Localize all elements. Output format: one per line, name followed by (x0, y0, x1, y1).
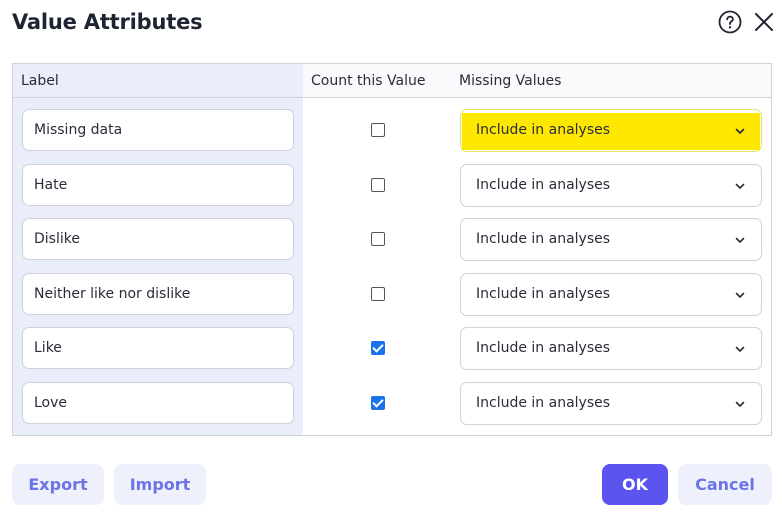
missing-values-selected: Include in analyses (476, 340, 611, 356)
chevron-down-icon (735, 401, 745, 407)
ok-button[interactable]: OK (602, 464, 668, 505)
missing-values-dropdown[interactable]: Include in analyses (460, 327, 762, 370)
count-this-value-checkbox[interactable] (371, 287, 385, 301)
value-label-input[interactable] (22, 109, 294, 151)
count-this-value-checkbox[interactable] (371, 123, 385, 137)
count-this-value-checkbox[interactable] (371, 178, 385, 192)
missing-values-dropdown[interactable]: Include in analyses (460, 382, 762, 425)
chevron-down-icon (735, 292, 745, 298)
export-button[interactable]: Export (12, 464, 104, 505)
value-label-input[interactable] (22, 327, 294, 369)
count-this-value-checkbox[interactable] (371, 232, 385, 246)
value-label-input[interactable] (22, 273, 294, 315)
table-row: Include in analyses (13, 109, 771, 153)
value-label-input[interactable] (22, 382, 294, 424)
missing-values-selected: Include in analyses (476, 395, 611, 411)
missing-values-dropdown[interactable]: Include in analyses (460, 218, 762, 261)
missing-values-dropdown[interactable]: Include in analyses (460, 273, 762, 316)
count-this-value-checkbox[interactable] (371, 396, 385, 410)
chevron-down-icon (735, 346, 745, 352)
value-label-input[interactable] (22, 164, 294, 206)
missing-values-selected: Include in analyses (476, 231, 611, 247)
dialog-title: Value Attributes (12, 10, 203, 34)
table-header: Label Count this Value Missing Values (13, 64, 771, 98)
count-this-value-checkbox[interactable] (371, 341, 385, 355)
chevron-down-icon (735, 237, 745, 243)
table-row: Include in analyses (13, 327, 771, 371)
table-row: Include in analyses (13, 273, 771, 317)
missing-values-dropdown[interactable]: Include in analyses (460, 109, 762, 152)
cancel-button[interactable]: Cancel (678, 464, 772, 505)
chevron-down-icon (735, 183, 745, 189)
value-attributes-table: Label Count this Value Missing Values In… (12, 63, 772, 436)
help-icon[interactable] (718, 10, 742, 34)
missing-values-selected: Include in analyses (476, 122, 611, 138)
close-icon[interactable] (753, 11, 775, 33)
import-button[interactable]: Import (114, 464, 206, 505)
header-missing-values: Missing Values (459, 73, 562, 89)
table-row: Include in analyses (13, 382, 771, 426)
table-row: Include in analyses (13, 164, 771, 208)
value-label-input[interactable] (22, 218, 294, 260)
chevron-down-icon (735, 128, 745, 134)
table-row: Include in analyses (13, 218, 771, 262)
missing-values-selected: Include in analyses (476, 286, 611, 302)
header-label: Label (21, 73, 59, 89)
missing-values-selected: Include in analyses (476, 177, 611, 193)
missing-values-dropdown[interactable]: Include in analyses (460, 164, 762, 207)
header-count-this-value: Count this Value (311, 73, 426, 89)
